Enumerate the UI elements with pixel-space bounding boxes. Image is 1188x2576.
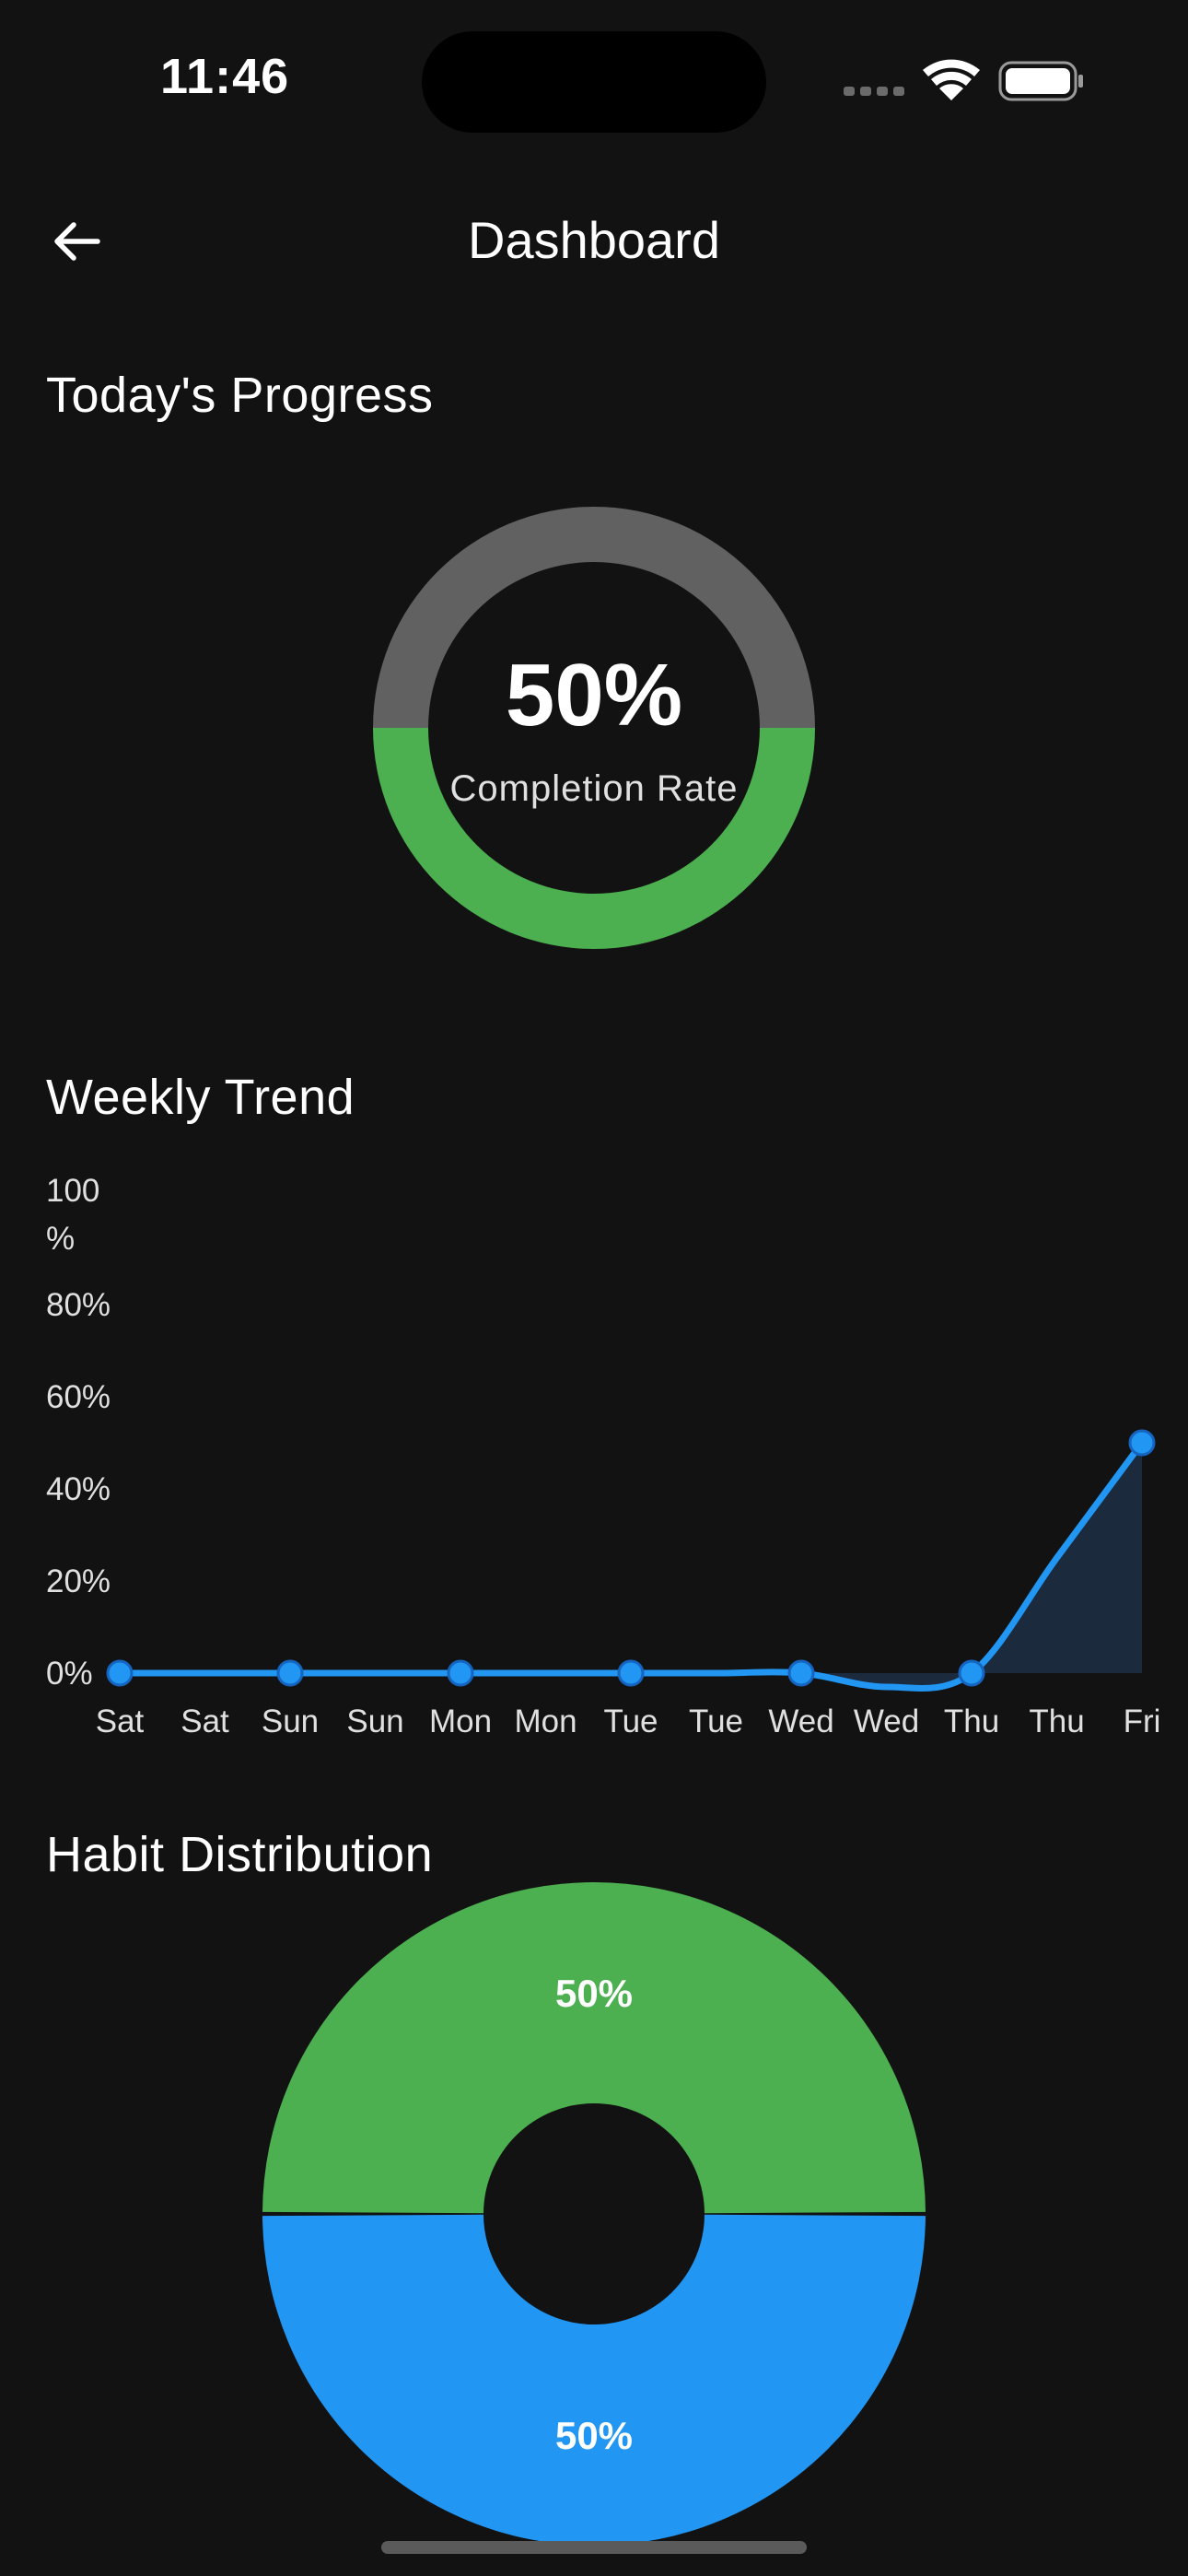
dynamic-island bbox=[422, 31, 766, 133]
trend-point[interactable] bbox=[617, 1659, 645, 1687]
home-indicator[interactable] bbox=[381, 2541, 807, 2554]
completion-label: Completion Rate bbox=[449, 768, 739, 809]
wifi-icon bbox=[923, 59, 980, 100]
habit-distribution-chart: 50% 50% bbox=[262, 1881, 926, 2547]
x-tick-label: Mon bbox=[514, 1704, 577, 1739]
x-tick-label: Thu bbox=[944, 1704, 999, 1739]
x-tick-label: Tue bbox=[603, 1704, 658, 1739]
pie-slice[interactable] bbox=[262, 2214, 926, 2547]
trend-point[interactable] bbox=[276, 1659, 304, 1687]
trend-line bbox=[116, 1439, 1146, 1692]
trend-point[interactable] bbox=[787, 1659, 815, 1687]
y-tick-label: 20% bbox=[46, 1563, 111, 1599]
distribution-section-title: Habit Distribution bbox=[46, 1827, 434, 1882]
x-tick-label: Mon bbox=[429, 1704, 492, 1739]
trend-area bbox=[120, 1443, 1142, 1689]
cellular-signal-icon bbox=[844, 87, 904, 96]
x-tick-label: Sat bbox=[181, 1704, 229, 1739]
page-title: Dashboard bbox=[468, 211, 720, 269]
x-tick-label: Sun bbox=[262, 1704, 319, 1739]
trend-point[interactable] bbox=[106, 1659, 134, 1687]
x-tick-label: Wed bbox=[768, 1704, 833, 1739]
x-tick-label: Sat bbox=[96, 1704, 145, 1739]
status-icons bbox=[838, 53, 1087, 109]
y-tick-label: 100% bbox=[46, 1173, 99, 1257]
completion-percentage: 50% bbox=[505, 646, 683, 744]
y-tick-label: 60% bbox=[46, 1379, 111, 1415]
x-tick-label: Fri bbox=[1124, 1704, 1161, 1739]
y-tick-label: 40% bbox=[46, 1471, 111, 1507]
completed-arc bbox=[373, 728, 815, 949]
pie-slice[interactable] bbox=[262, 1881, 926, 2214]
battery-icon bbox=[998, 61, 1083, 101]
pie-slice-label: 50% bbox=[555, 2414, 633, 2457]
weekly-trend-chart: 0% 20% 40% 60% 80% 100% Sat Sat Sun Sun Mon Mon Tue T… bbox=[0, 1124, 1188, 1751]
trend-point[interactable] bbox=[958, 1659, 985, 1687]
pie-slice-label: 50% bbox=[555, 1972, 633, 2015]
trend-section-title: Weekly Trend bbox=[46, 1070, 355, 1125]
progress-section-title: Today's Progress bbox=[46, 368, 434, 423]
status-time: 11:46 bbox=[160, 49, 290, 104]
trend-point[interactable] bbox=[447, 1659, 474, 1687]
x-tick-label: Wed bbox=[854, 1704, 919, 1739]
x-tick-label: Tue bbox=[689, 1704, 743, 1739]
x-tick-label: Thu bbox=[1029, 1704, 1084, 1739]
y-tick-label: 0% bbox=[46, 1656, 93, 1692]
trend-point[interactable] bbox=[1128, 1429, 1156, 1457]
x-tick-label: Sun bbox=[346, 1704, 403, 1739]
y-tick-label: 80% bbox=[46, 1287, 111, 1323]
